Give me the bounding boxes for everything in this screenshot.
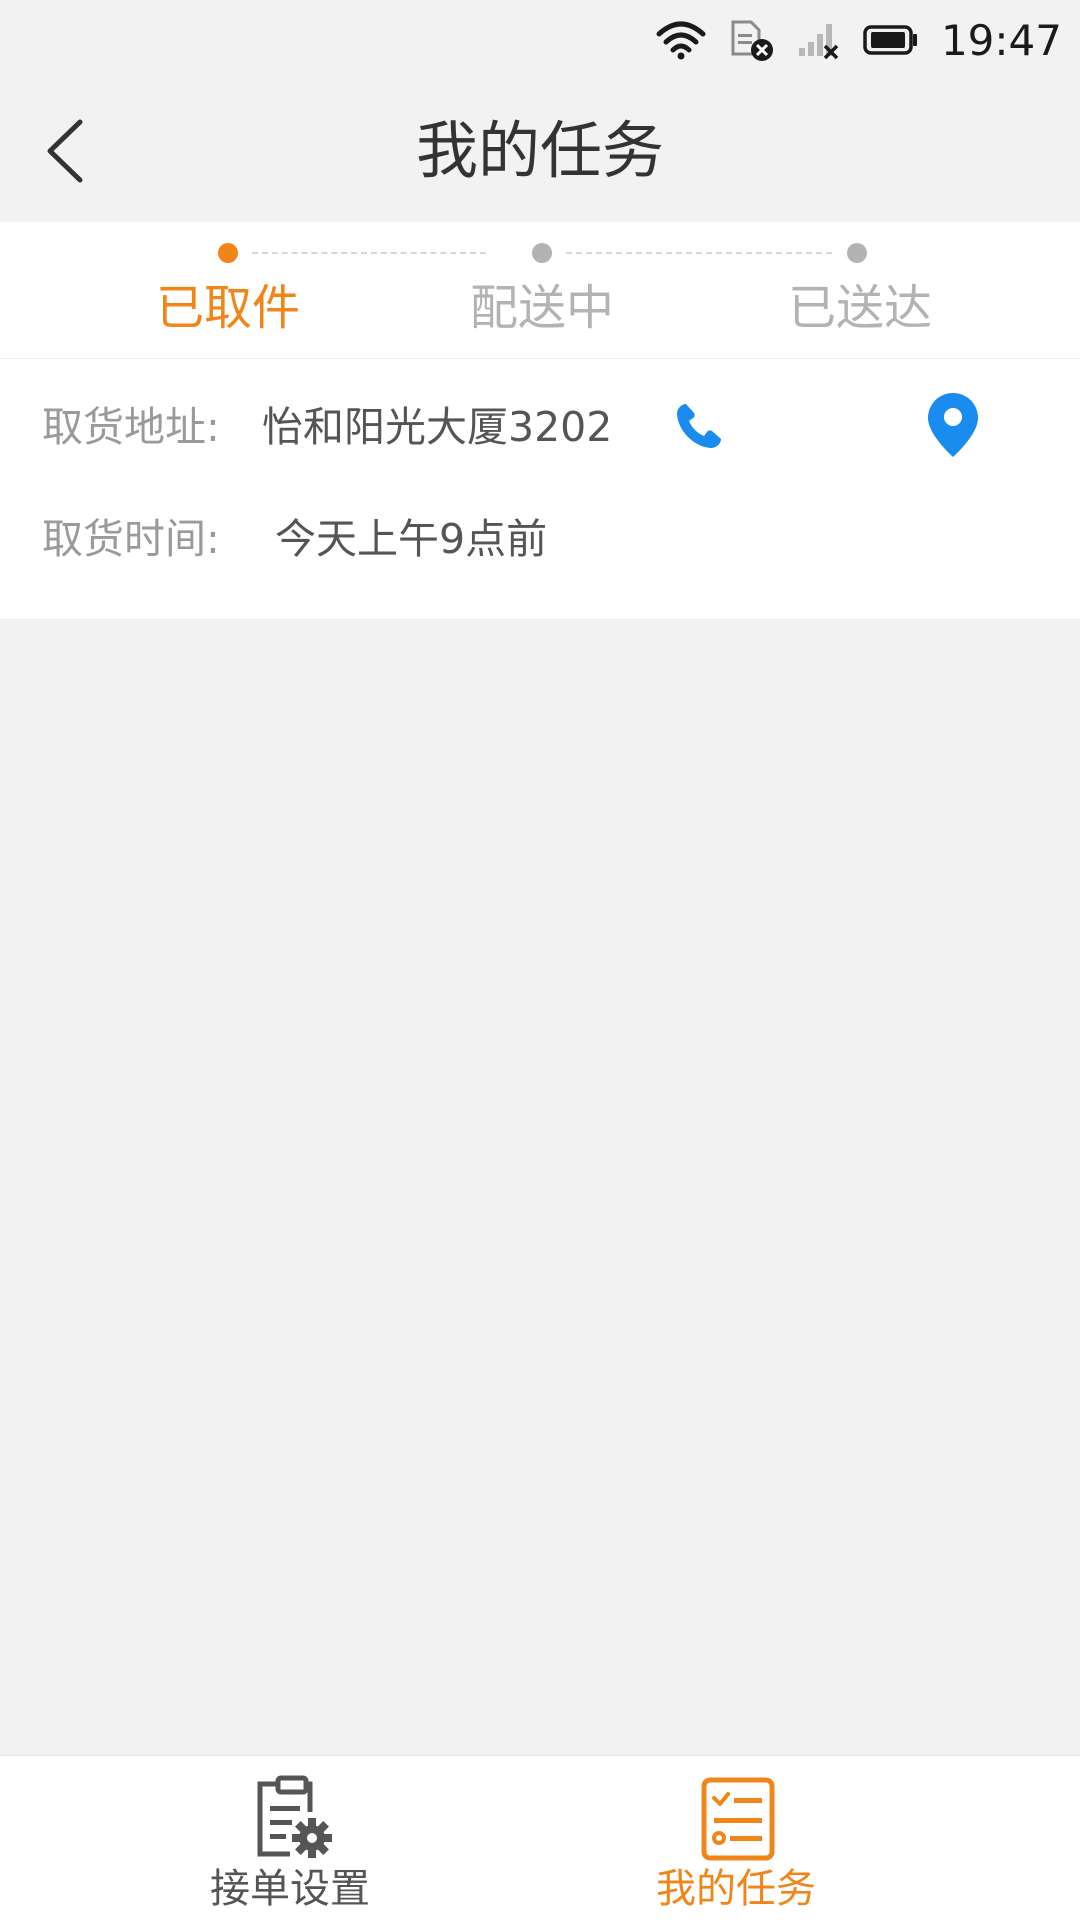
nav-my-tasks-label: 我的任务 (656, 1866, 816, 1912)
step-dot-delivering (532, 243, 552, 263)
signal-off-icon (797, 20, 841, 60)
status-bar: 19:47 (0, 0, 1080, 80)
task-card[interactable]: 取货地址: 怡和阳光大厦3202 取货时间: 今天上午9点前 (0, 359, 1080, 620)
page-title: 我的任务 (415, 114, 664, 187)
pickup-address-value: 怡和阳光大厦3202 (262, 403, 613, 451)
location-pin-icon[interactable] (925, 391, 981, 461)
phone-icon[interactable] (672, 401, 724, 453)
step-connector (566, 252, 832, 254)
step-dot-picked-up (218, 243, 238, 263)
delivery-steps: 已取件 配送中 已送达 (0, 222, 1080, 359)
step-delivering[interactable]: 配送中 (432, 276, 652, 340)
battery-icon (863, 25, 919, 55)
pickup-time-value: 今天上午9点前 (275, 515, 548, 563)
status-icons: 19:47 (655, 14, 1062, 66)
nav-my-tasks[interactable]: 我的任务 (556, 1756, 916, 1925)
clipboard-gear-icon (250, 1774, 334, 1862)
bottom-nav: 接单设置 我的任务 (0, 1755, 1080, 1925)
step-delivered[interactable]: 已送达 (750, 276, 970, 340)
status-time: 19:47 (940, 15, 1062, 65)
pickup-address-label: 取货地址: (42, 403, 220, 451)
step-picked-up[interactable]: 已取件 (118, 276, 338, 340)
task-list-icon (696, 1774, 780, 1862)
pickup-time-label: 取货时间: (42, 515, 220, 563)
step-dot-delivered (847, 243, 867, 263)
title-bar: 我的任务 (0, 80, 1080, 222)
nav-order-settings[interactable]: 接单设置 (110, 1756, 470, 1925)
no-sim-icon (729, 18, 775, 62)
nav-order-settings-label: 接单设置 (210, 1866, 370, 1912)
wifi-icon (655, 20, 707, 60)
step-connector (252, 252, 486, 254)
